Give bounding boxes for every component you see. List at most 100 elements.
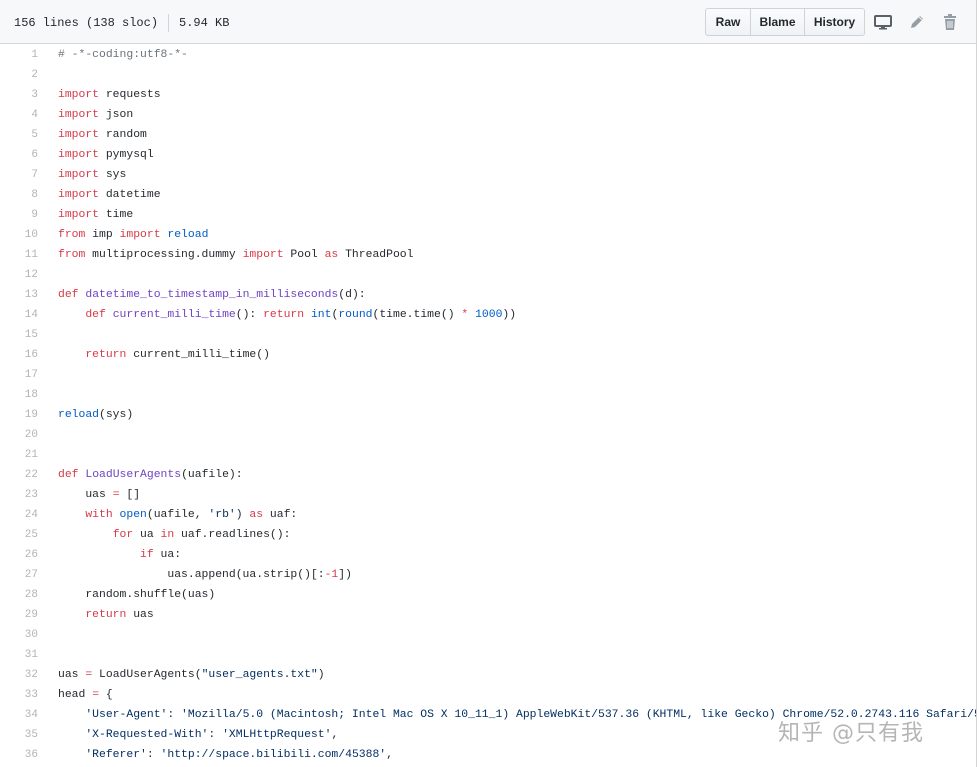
code-token: ThreadPool	[338, 249, 414, 261]
code-token: if	[140, 549, 154, 561]
code-line: 1 # -*-coding:utf8-*-	[0, 45, 976, 65]
line-code: def LoadUserAgents(uafile):	[58, 465, 243, 485]
line-code: import sys	[58, 165, 126, 185]
code-line: 27 uas.append(ua.strip()[:-1])	[0, 565, 976, 585]
code-token: (uafile):	[181, 469, 243, 481]
line-code: return uas	[58, 605, 153, 625]
code-line: 25 for ua in uaf.readlines():	[0, 525, 976, 545]
code-token: random	[99, 129, 147, 141]
line-number[interactable]: 13	[0, 285, 38, 305]
line-number[interactable]: 18	[0, 385, 38, 405]
line-number[interactable]: 24	[0, 505, 38, 525]
code-line: 19 reload(sys)	[0, 405, 976, 425]
code-line: 18	[0, 385, 976, 405]
code-line: 12	[0, 265, 976, 285]
file-viewer: 156 lines (138 sloc) 5.94 KB Raw Blame H…	[0, 0, 977, 767]
raw-button[interactable]: Raw	[705, 8, 751, 36]
line-number[interactable]: 2	[0, 65, 38, 85]
trash-icon[interactable]	[941, 13, 959, 31]
line-number[interactable]: 31	[0, 645, 38, 665]
code-token: LoadUserAgents(	[92, 669, 202, 681]
code-token: pymysql	[99, 149, 154, 161]
line-code: import pymysql	[58, 145, 154, 165]
line-number[interactable]: 28	[0, 585, 38, 605]
code-line: 20	[0, 425, 976, 445]
line-number[interactable]: 11	[0, 245, 38, 265]
line-number[interactable]: 6	[0, 145, 38, 165]
line-number[interactable]: 4	[0, 105, 38, 125]
line-number[interactable]: 23	[0, 485, 38, 505]
line-number[interactable]: 16	[0, 345, 38, 365]
line-number[interactable]: 33	[0, 685, 38, 705]
code-token: return	[85, 349, 127, 361]
code-token: import	[119, 229, 161, 241]
history-button[interactable]: History	[805, 8, 865, 36]
line-number[interactable]: 12	[0, 265, 38, 285]
line-number[interactable]: 10	[0, 225, 38, 245]
code-line: 29 return uas	[0, 605, 976, 625]
code-token: :	[146, 749, 161, 761]
line-number[interactable]: 27	[0, 565, 38, 585]
code-token: (d):	[338, 289, 366, 301]
line-number[interactable]: 30	[0, 625, 38, 645]
code-token: 'Referer'	[85, 749, 147, 761]
pencil-icon[interactable]	[908, 13, 926, 31]
line-number[interactable]: 26	[0, 545, 38, 565]
line-code: 'X-Requested-With': 'XMLHttpRequest',	[58, 725, 338, 745]
code-token: ua	[133, 529, 161, 541]
desktop-icon[interactable]	[874, 13, 892, 31]
line-number[interactable]: 25	[0, 525, 38, 545]
line-code: for ua in uaf.readlines():	[58, 525, 291, 545]
code-token: int	[310, 309, 332, 321]
line-number[interactable]: 20	[0, 425, 38, 445]
code-token: Pool	[283, 249, 325, 261]
line-code: def datetime_to_timestamp_in_millisecond…	[58, 285, 366, 305]
code-line: 30	[0, 625, 976, 645]
line-code: import requests	[58, 85, 161, 105]
line-number[interactable]: 19	[0, 405, 38, 425]
code-line: 36 'Referer': 'http://space.bilibili.com…	[0, 745, 976, 765]
line-number[interactable]: 9	[0, 205, 38, 225]
line-number[interactable]: 21	[0, 445, 38, 465]
code-token: datetime	[99, 189, 161, 201]
line-number[interactable]: 14	[0, 305, 38, 325]
line-code: return current_milli_time()	[58, 345, 270, 365]
code-token: uaf.readlines():	[174, 529, 291, 541]
code-token: :	[167, 709, 182, 721]
code-token: datetime_to_timestamp_in_milliseconds	[85, 289, 339, 301]
line-number[interactable]: 5	[0, 125, 38, 145]
line-number[interactable]: 1	[0, 45, 38, 65]
code-line: 2	[0, 65, 976, 85]
line-code: uas = LoadUserAgents("user_agents.txt")	[58, 665, 325, 685]
line-code: def current_milli_time(): return int(rou…	[58, 305, 516, 325]
code-token: )	[235, 509, 250, 521]
blame-button[interactable]: Blame	[751, 8, 805, 36]
line-number[interactable]: 15	[0, 325, 38, 345]
line-code: uas = []	[58, 485, 140, 505]
line-number[interactable]: 34	[0, 705, 38, 725]
code-token: 'X-Requested-With'	[85, 729, 209, 741]
code-token: return	[85, 609, 127, 621]
code-token: multiprocessing.dummy	[85, 249, 243, 261]
code-token: from	[58, 249, 86, 261]
line-number[interactable]: 35	[0, 725, 38, 745]
code-token: ])	[338, 569, 352, 581]
code-token: -1	[324, 569, 339, 581]
code-token: uas	[58, 669, 86, 681]
line-number[interactable]: 7	[0, 165, 38, 185]
line-number[interactable]: 36	[0, 745, 38, 765]
code-line: 10 from imp import reload	[0, 225, 976, 245]
line-number[interactable]: 32	[0, 665, 38, 685]
line-number[interactable]: 8	[0, 185, 38, 205]
line-number[interactable]: 29	[0, 605, 38, 625]
line-number[interactable]: 22	[0, 465, 38, 485]
line-number[interactable]: 17	[0, 365, 38, 385]
line-number[interactable]: 3	[0, 85, 38, 105]
code-token: "user_agents.txt"	[201, 669, 318, 681]
